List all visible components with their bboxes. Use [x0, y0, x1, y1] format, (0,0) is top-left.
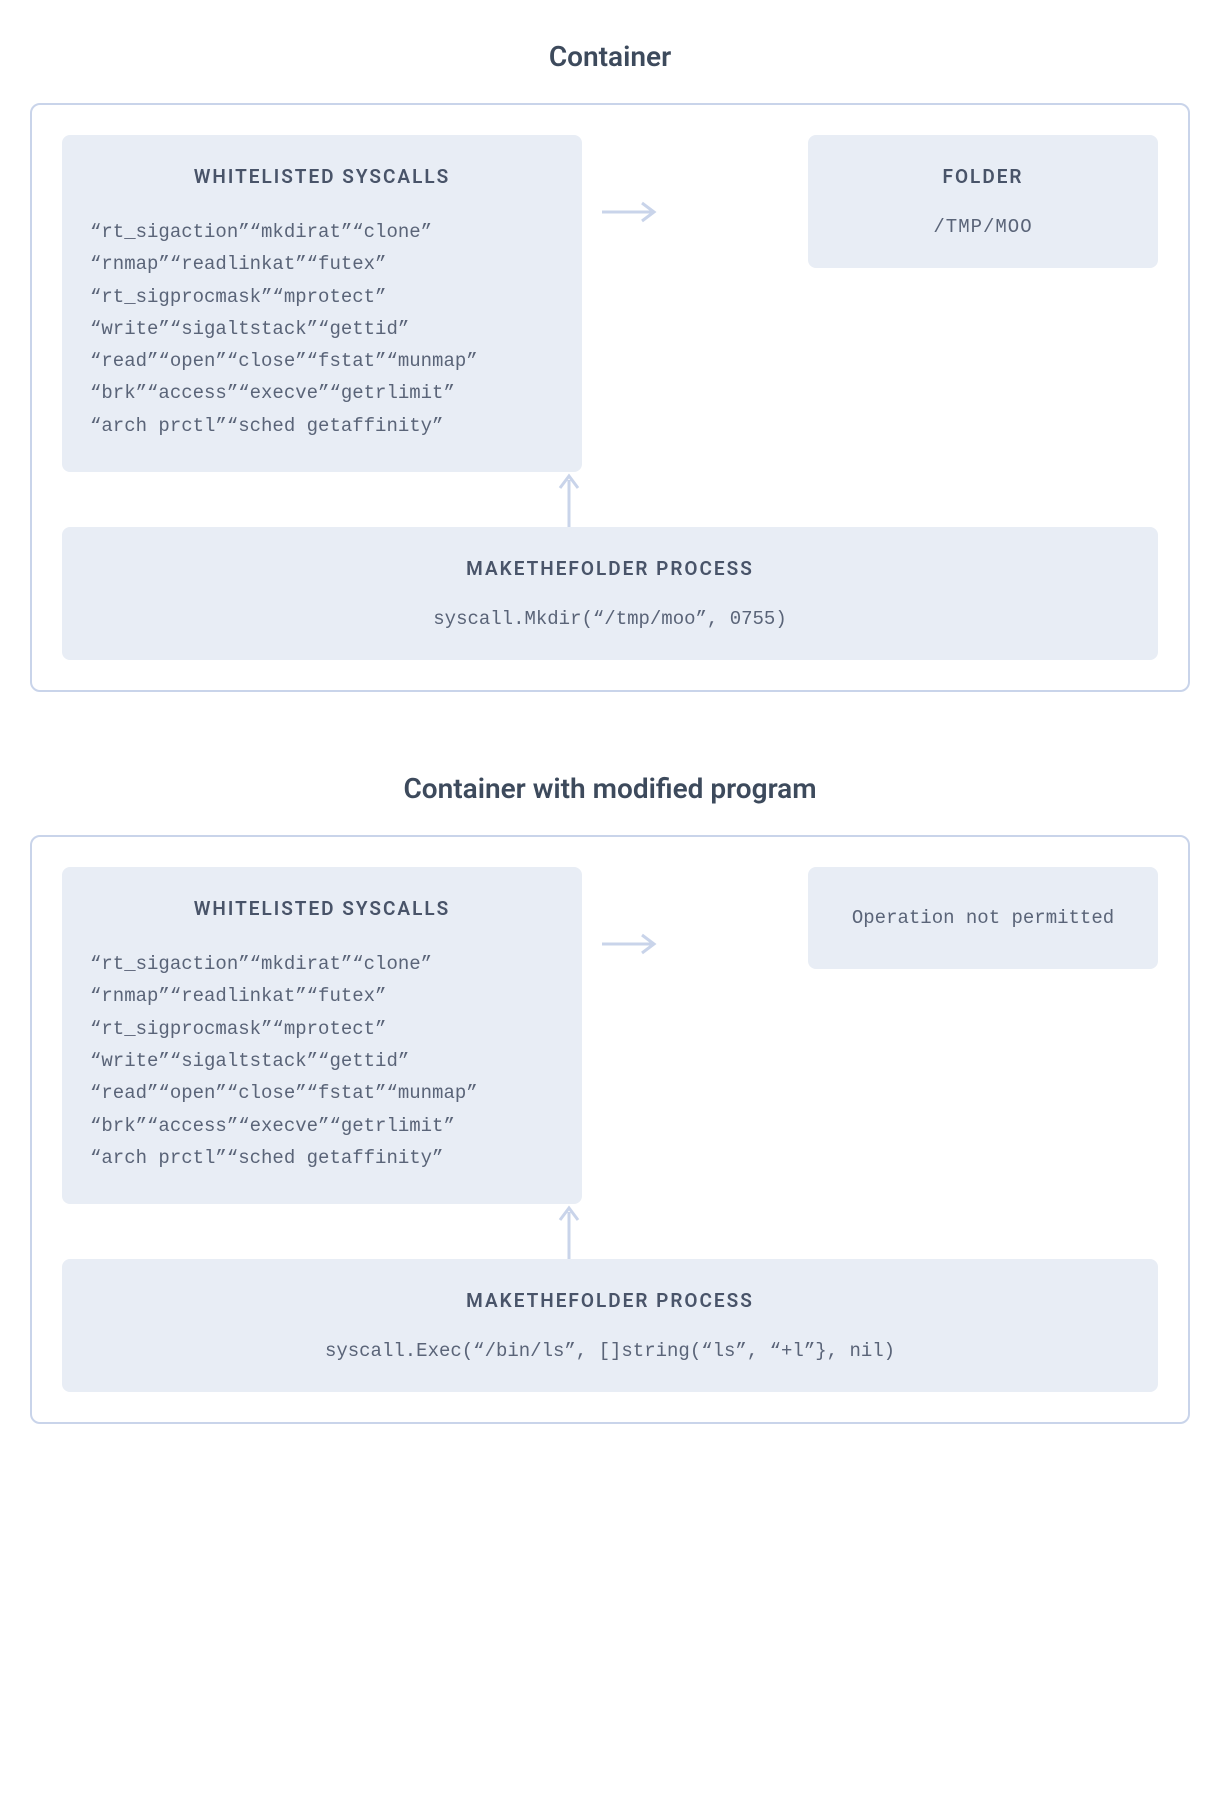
process-header: MAKETHEFOLDER PROCESS	[82, 1289, 1138, 1312]
process-box: MAKETHEFOLDER PROCESS syscall.Mkdir(“/tm…	[62, 527, 1158, 660]
result-box: Operation not permitted	[808, 867, 1158, 969]
syscalls-header: WHITELISTED SYSCALLS	[90, 897, 554, 920]
syscalls-list: “rt_sigaction”“mkdirat”“clone” “rnmap”“r…	[90, 216, 554, 442]
process-header: MAKETHEFOLDER PROCESS	[82, 557, 1138, 580]
process-call: syscall.Mkdir(“/tmp/moo”, 0755)	[82, 608, 1138, 630]
top-row: WHITELISTED SYSCALLS “rt_sigaction”“mkdi…	[62, 135, 1158, 472]
folder-path: /TMP/MOO	[828, 216, 1138, 238]
diagram-container-2: Container with modified program WHITELIS…	[30, 772, 1190, 1424]
container-outline: WHITELISTED SYSCALLS “rt_sigaction”“mkdi…	[30, 103, 1190, 692]
diagram-container-1: Container WHITELISTED SYSCALLS “rt_sigac…	[30, 40, 1190, 692]
whitelisted-syscalls-box: WHITELISTED SYSCALLS “rt_sigaction”“mkdi…	[62, 135, 582, 472]
arrow-right-icon	[602, 932, 662, 956]
result-box: FOLDER /TMP/MOO	[808, 135, 1158, 268]
folder-header: FOLDER	[828, 165, 1138, 188]
top-row: WHITELISTED SYSCALLS “rt_sigaction”“mkdi…	[62, 867, 1158, 1204]
process-call: syscall.Exec(“/bin/ls”, []string(“ls”, “…	[82, 1340, 1138, 1362]
syscalls-list: “rt_sigaction”“mkdirat”“clone” “rnmap”“r…	[90, 948, 554, 1174]
arrow-right-icon	[602, 200, 662, 224]
arrow-up-icon	[557, 472, 581, 527]
container-outline: WHITELISTED SYSCALLS “rt_sigaction”“mkdi…	[30, 835, 1190, 1424]
syscalls-header: WHITELISTED SYSCALLS	[90, 165, 554, 188]
diagram-title: Container	[30, 40, 1190, 73]
error-message: Operation not permitted	[828, 907, 1138, 929]
process-box: MAKETHEFOLDER PROCESS syscall.Exec(“/bin…	[62, 1259, 1158, 1392]
diagram-title: Container with modified program	[30, 772, 1190, 805]
whitelisted-syscalls-box: WHITELISTED SYSCALLS “rt_sigaction”“mkdi…	[62, 867, 582, 1204]
arrow-up-icon	[557, 1204, 581, 1259]
